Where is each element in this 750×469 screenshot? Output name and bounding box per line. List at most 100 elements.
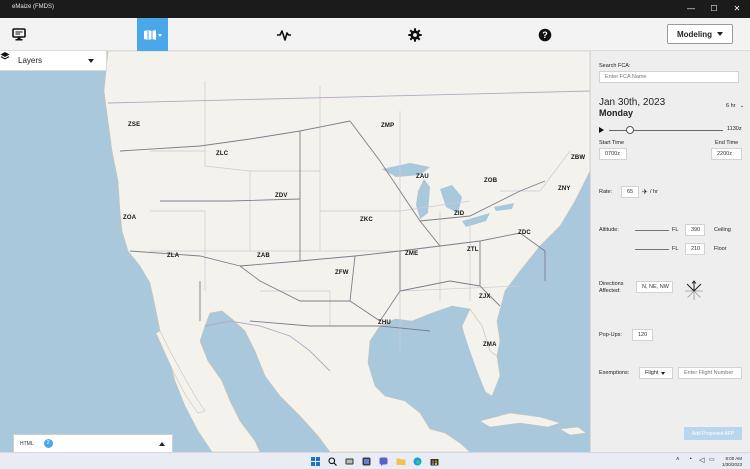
modeling-label: Modeling: [676, 29, 713, 39]
store-icon: [430, 459, 439, 466]
center-label: ZKC: [360, 217, 373, 223]
close-button[interactable]: ✕: [726, 0, 748, 18]
slider-thumb[interactable]: [625, 126, 634, 134]
compass-icon[interactable]: [682, 279, 706, 303]
center-label: ZBW: [571, 155, 586, 161]
popups-input[interactable]: 120: [632, 329, 653, 341]
chevron-down-icon: ⌄: [740, 103, 745, 109]
modeling-dropdown[interactable]: Modeling: [667, 24, 733, 44]
floor-input[interactable]: 210: [685, 243, 705, 255]
layers-label: Layers: [18, 56, 43, 65]
center-label: ZHU: [378, 320, 391, 326]
task-view-button[interactable]: [344, 456, 355, 467]
clock-date[interactable]: 1/30/2023: [718, 462, 742, 467]
search-fca-label: Search FCA:: [599, 63, 631, 69]
file-explorer-button[interactable]: [395, 456, 406, 467]
ceiling-input[interactable]: 390: [685, 224, 705, 236]
popups-label: Pop-Ups:: [599, 332, 622, 338]
task-view-icon: [345, 458, 354, 465]
folder-icon: [396, 458, 405, 465]
layers-icon: [0, 52, 10, 60]
count-badge: 2: [43, 439, 53, 448]
windows-start-button[interactable]: [310, 456, 321, 467]
windows-icon: [311, 457, 320, 466]
center-label: ZAB: [257, 253, 270, 259]
exemption-type-dropdown[interactable]: Flight: [639, 367, 673, 379]
taskbar-search-button[interactable]: [327, 456, 338, 467]
rate-input[interactable]: 65: [621, 186, 639, 198]
fca-panel: Search FCA: Jan 30th, 2023 Monday 6 hr ⌄…: [590, 51, 750, 452]
clock-time[interactable]: 8:00 AM: [718, 456, 742, 461]
map-basemap: [103, 51, 590, 452]
duration-value: 6 hr: [726, 103, 736, 109]
minimize-button[interactable]: —: [680, 0, 702, 18]
exemption-type-value: Flight: [645, 370, 659, 376]
settings-button[interactable]: [403, 18, 427, 51]
edge-icon: [413, 457, 422, 466]
exemptions-label: Exemptions:: [599, 370, 630, 376]
start-time-label: Start Time: [599, 140, 625, 146]
map-view[interactable]: ZSE ZLC ZMP ZBW ZOA ZDV ZAU ZOB ZNY ZKC …: [0, 51, 590, 452]
airplane-icon: ✈: [642, 189, 648, 196]
center-label: ZLA: [167, 253, 180, 259]
center-label: ZAU: [416, 174, 429, 180]
altitude-label: Altitude:: [599, 227, 619, 233]
end-time-label: End Time: [715, 140, 739, 146]
center-label: ZSE: [128, 122, 141, 128]
center-label: ZDC: [518, 230, 531, 236]
center-label: ZTL: [467, 247, 479, 253]
store-button[interactable]: [429, 456, 440, 467]
monitor-button[interactable]: [5, 18, 33, 51]
monitor-icon: [12, 28, 26, 41]
teams-button[interactable]: [378, 456, 389, 467]
center-label: ZOB: [484, 178, 498, 184]
center-label: ZME: [405, 251, 419, 257]
volume-icon[interactable]: ◁: [699, 456, 704, 464]
chat-icon: [379, 457, 388, 466]
help-button[interactable]: ?: [533, 18, 557, 51]
floor-label: Floor: [714, 246, 727, 252]
edge-button[interactable]: [412, 456, 423, 467]
center-label: ZNY: [558, 186, 571, 192]
center-label: ZLC: [216, 151, 229, 157]
center-label: ZDV: [275, 193, 288, 199]
maximize-button[interactable]: ☐: [703, 0, 725, 18]
activity-button[interactable]: [272, 18, 296, 51]
center-label: ZID: [454, 211, 465, 217]
slider-time: 1130z: [727, 126, 742, 132]
help-icon: ?: [538, 28, 552, 41]
directions-label: Directions Affected:: [599, 281, 624, 294]
search-icon: [328, 457, 337, 466]
taskbar: ˄ ◔ ◁ ▭ 8:00 AM 1/30/2023: [0, 452, 750, 469]
center-label: ZJX: [479, 294, 491, 300]
center-label: ZFW: [335, 270, 349, 276]
play-icon[interactable]: [599, 127, 604, 133]
directions-input[interactable]: N, NE, NW: [636, 281, 673, 293]
wifi-icon[interactable]: ◔: [688, 456, 692, 463]
widgets-icon: [362, 457, 371, 466]
fca-search-input[interactable]: [599, 71, 739, 83]
rate-unit: / hr: [650, 189, 658, 195]
ceiling-label: Ceiling: [714, 227, 731, 233]
day-title: Monday: [599, 108, 634, 118]
layers-dropdown[interactable]: Layers: [0, 51, 107, 71]
chevron-up-icon[interactable]: ˄: [676, 457, 680, 463]
widgets-button[interactable]: [361, 456, 372, 467]
end-time-input[interactable]: 2200z: [711, 148, 742, 160]
ceiling-fl-label: FL: [672, 227, 679, 233]
window-title: eMaize (FMDS): [12, 4, 55, 10]
main-toolbar: ? Modeling: [0, 18, 750, 51]
ceiling-line: [635, 230, 669, 231]
flight-number-input[interactable]: [678, 367, 742, 379]
start-time-input[interactable]: 0700z: [599, 148, 627, 160]
html-layer-bar[interactable]: HTML 2: [13, 434, 173, 452]
battery-icon[interactable]: ▭: [709, 456, 715, 463]
chevron-down-icon: [717, 32, 724, 36]
duration-dropdown[interactable]: 6 hr ⌄: [726, 103, 744, 109]
map-view-button[interactable]: [137, 18, 168, 51]
chevron-down-icon: [661, 371, 666, 375]
chevron-up-icon[interactable]: [159, 442, 165, 446]
map-icon: [143, 29, 162, 40]
floor-line: [635, 249, 669, 250]
add-proposed-afp-button[interactable]: Add Proposed AFP: [684, 427, 742, 440]
